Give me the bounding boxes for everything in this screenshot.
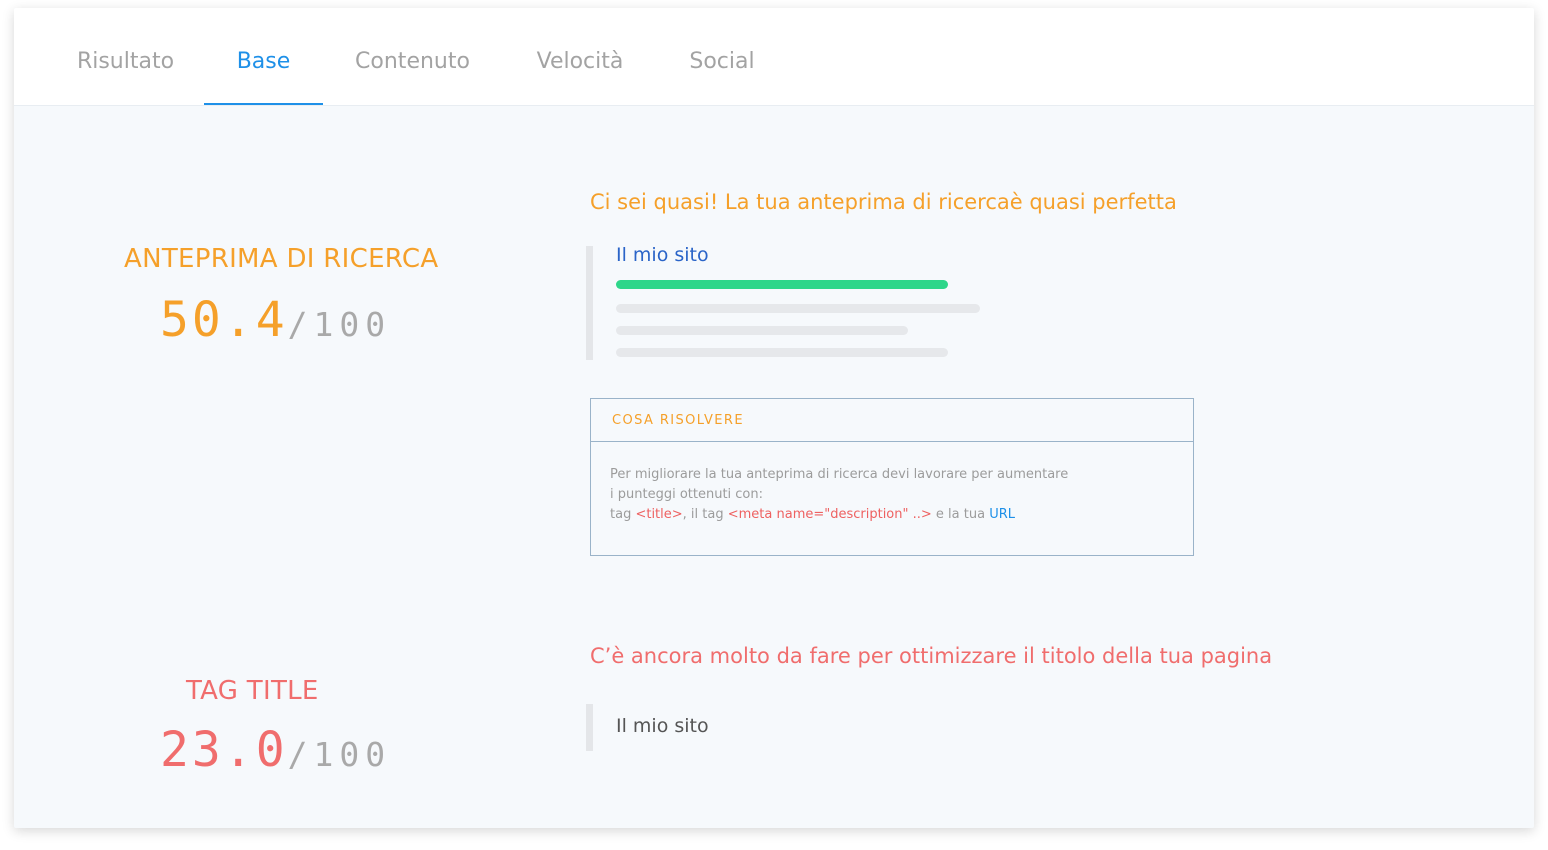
search-preview-headline: Ci sei quasi! La tua anteprima di ricerc… (590, 190, 1177, 214)
what-to-fix-text: Per migliorare la tua anteprima di ricer… (610, 465, 1068, 525)
search-preview-score-value: 50.4 (160, 292, 288, 348)
title-tag-code: <title> (635, 507, 683, 522)
search-preview-label: ANTEPRIMA DI RICERCA (124, 244, 439, 274)
tag-title-score-max: /100 (287, 735, 392, 774)
search-preview-score-max: /100 (287, 305, 392, 344)
snippet-title-bar (616, 280, 948, 289)
search-preview-snippet: Il mio sito (586, 244, 993, 360)
tag-title-label: TAG TITLE (186, 676, 319, 706)
tag-title-snippet: Il mio sito (586, 704, 993, 751)
fix-text-mid: , il tag (682, 507, 728, 522)
tab-base[interactable]: Base (204, 8, 323, 105)
fix-text-prefix: tag (610, 507, 636, 522)
what-to-fix-title: COSA RISOLVERE (612, 413, 744, 428)
seo-report-card: Risultato Base Contenuto Velocità Social… (14, 8, 1534, 828)
tab-velocita[interactable]: Velocità (529, 8, 631, 105)
tab-bar: Risultato Base Contenuto Velocità Social (14, 8, 1534, 106)
tab-social[interactable]: Social (684, 8, 760, 105)
tag-title-score-value: 23.0 (160, 722, 288, 778)
tag-title-snippet-title: Il mio sito (616, 715, 709, 737)
what-to-fix-line-3: tag <title>, il tag <meta name="descript… (610, 505, 1068, 525)
meta-description-tag-code: <meta name="description" ..> (727, 507, 932, 522)
snippet-description-bar-2 (616, 348, 948, 357)
what-to-fix-line-1: Per migliorare la tua anteprima di ricer… (610, 467, 1069, 482)
url-link[interactable]: URL (989, 507, 1015, 522)
tab-risultato[interactable]: Risultato (74, 8, 177, 105)
search-preview-snippet-title: Il mio sito (616, 244, 709, 266)
fix-text-suffix: e la tua (931, 507, 990, 522)
search-preview-score: 50.4/100 (160, 292, 391, 348)
what-to-fix-box: COSA RISOLVERE Per migliorare la tua ant… (590, 398, 1194, 556)
what-to-fix-line-2: i punteggi ottenuti con: (610, 487, 764, 502)
tag-title-score: 23.0/100 (160, 722, 391, 778)
snippet-description-bar-1 (616, 326, 908, 335)
snippet-url-bar (616, 304, 980, 313)
tab-contenuto[interactable]: Contenuto (350, 8, 475, 105)
what-to-fix-header: COSA RISOLVERE (591, 399, 1193, 442)
tag-title-headline: C’è ancora molto da fare per ottimizzare… (590, 644, 1273, 668)
